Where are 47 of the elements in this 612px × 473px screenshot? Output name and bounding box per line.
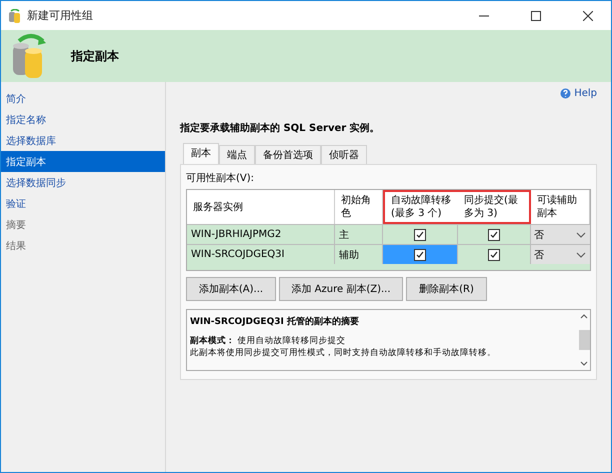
column-header: 服务器实例 [187,190,335,224]
table-label: 可用性副本(V): [186,172,256,185]
action-button[interactable]: 添加 Azure 副本(Z)... [279,277,403,301]
column-header: 自动故障转移(最多 3 个) [383,190,458,224]
checkbox[interactable] [488,248,500,260]
database-icon [11,33,49,79]
readable-dropdown[interactable]: 否 [531,244,590,264]
tab[interactable]: 备份首选项 [255,145,321,164]
checkbox-cell[interactable] [383,224,458,244]
tab[interactable]: 端点 [219,145,255,164]
action-button[interactable]: 添加副本(A)... [186,277,276,301]
sidebar-item[interactable]: 指定副本 [1,151,165,172]
checkbox-cell[interactable] [458,244,531,264]
readable-dropdown[interactable]: 否 [531,224,590,244]
page-title: 指定副本 [71,48,119,64]
sidebar-item[interactable]: 选择数据同步 [1,172,165,193]
chevron-down-icon [580,361,588,366]
help-icon [560,88,572,99]
action-button[interactable]: 删除副本(R) [406,277,487,301]
chevron-down-icon [576,252,586,258]
close-icon [583,10,593,20]
maximize-icon [531,10,541,20]
sidebar-item[interactable]: 简介 [1,88,165,109]
help-link[interactable]: Help [560,88,597,99]
chevron-down-icon [576,232,586,238]
chevron-up-icon [580,314,588,319]
checkbox[interactable] [488,228,500,240]
checkbox-cell[interactable] [383,244,458,264]
instruction-text: 指定要承载辅助副本的 SQL Server 实例。 [180,121,381,135]
sidebar-item[interactable]: 验证 [1,193,165,214]
sidebar-item[interactable]: 选择数据库 [1,130,165,151]
summary-text: 副本模式： 使用自动故障转移同步提交 [190,336,347,348]
column-header: 初始角色 [335,190,383,224]
summary-title: WIN-SRCOJDGEQ3I 托管的副本的摘要 [190,315,360,328]
column-header: 可读辅助副本 [531,190,590,224]
checkbox-cell[interactable] [458,224,531,244]
tab[interactable]: 侦听器 [321,145,367,164]
tab[interactable]: 副本 [183,143,219,164]
column-header: 同步提交(最多为 3) [458,190,531,224]
window-title: 新建可用性组 [27,8,94,23]
database-icon [9,8,21,22]
table-cell: WIN-JBRHIAJPMG2 [187,224,335,244]
summary-text: 此副本将使用同步提交可用性模式，同时支持自动故障转移和手动故障转移。 [190,348,497,360]
table-cell: WIN-SRCOJDGEQ3I [187,244,335,264]
checkbox[interactable] [414,228,426,240]
sidebar-item[interactable]: 指定名称 [1,109,165,130]
checkbox[interactable] [414,248,426,260]
